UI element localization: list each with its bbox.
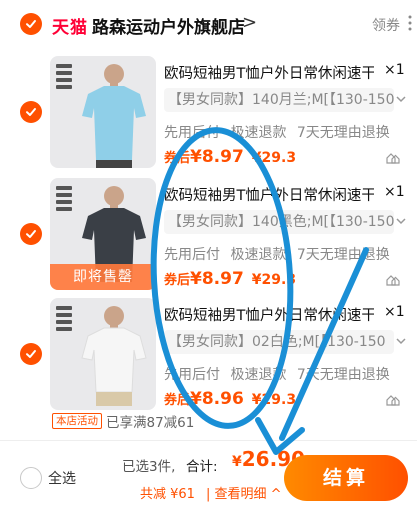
select-all-checkbox[interactable] (20, 467, 42, 489)
item-select-checkbox[interactable] (20, 101, 42, 123)
service-tags: 先用后付 极速退款 7天无理由退换 (164, 247, 390, 263)
price-prefix: 券后 (164, 273, 191, 288)
product-thumbnail[interactable]: 即将售罄 (50, 178, 156, 290)
sku-selector[interactable]: 【男女同款】02白色;M[【130-150 (164, 330, 394, 354)
tshirt-image (82, 64, 146, 168)
price: 券后¥8.96 ¥29.3 (164, 389, 296, 409)
store-header: 天猫 路森运动户外旗舰店 > 领券 (0, 0, 417, 46)
cart-item[interactable]: 欧码短袖男T恤户外日常休闲速干 ×1 【男女同款】02白色;M[【130-150… (0, 296, 417, 414)
original-price: ¥29.3 (251, 272, 297, 288)
promo-tag: 本店活动 (52, 413, 102, 429)
checkout-bar: 全选 已选3件, 合计: ¥26.90 共减 ¥61 | 查看明细 ^ 结算 (0, 440, 417, 517)
discount-amount: 共减 ¥61 (140, 487, 195, 502)
currency-symbol: ¥ (232, 454, 242, 470)
chevron-right-icon[interactable]: > (242, 12, 257, 33)
quantity: ×1 (384, 304, 405, 320)
product-title[interactable]: 欧码短袖男T恤户外日常休闲速干 (164, 184, 374, 205)
tmall-logo: 天猫 (52, 18, 88, 38)
store-select-checkbox[interactable] (20, 13, 42, 35)
cart-item[interactable]: 欧码短袖男T恤户外日常休闲速干 ×1 【男女同款】140月兰;M[【130-15… (0, 54, 417, 172)
product-thumbnail[interactable] (50, 298, 156, 410)
check-icon (26, 230, 36, 238)
item-select-checkbox[interactable] (20, 343, 42, 365)
similar-icon[interactable] (386, 152, 400, 164)
original-price: ¥29.3 (251, 150, 297, 166)
price-value: ¥8.97 (190, 269, 244, 289)
product-title[interactable]: 欧码短袖男T恤户外日常休闲速干 (164, 304, 374, 325)
service-tags: 先用后付 极速退款 7天无理由退换 (164, 125, 390, 141)
similar-icon[interactable] (386, 394, 400, 406)
price-value: ¥8.97 (190, 147, 244, 167)
sku-selector[interactable]: 【男女同款】140月兰;M[【130-150 (164, 88, 394, 112)
check-icon (26, 108, 36, 116)
similar-icon[interactable] (386, 274, 400, 286)
product-title[interactable]: 欧码短袖男T恤户外日常休闲速干 (164, 62, 374, 83)
store-name[interactable]: 路森运动户外旗舰店 (92, 13, 245, 38)
price: 券后¥8.97 ¥29.3 (164, 269, 296, 289)
sale-tag: 即将售罄 (50, 264, 156, 290)
price: 券后¥8.97 ¥29.3 (164, 147, 296, 167)
price-value: ¥8.96 (190, 389, 244, 409)
original-price: ¥29.3 (251, 392, 297, 408)
check-icon (26, 20, 36, 28)
coupon-link[interactable]: 领券 (372, 15, 400, 35)
checkout-button[interactable]: 结算 (284, 455, 408, 501)
check-icon (26, 350, 36, 358)
service-tags: 先用后付 极速退款 7天无理由退换 (164, 367, 390, 383)
chevron-down-icon[interactable] (396, 336, 406, 346)
chevron-down-icon[interactable] (396, 94, 406, 104)
selected-count: 已选3件, (122, 459, 176, 475)
sku-selector[interactable]: 【男女同款】140黑色;M[【130-150 (164, 210, 394, 234)
view-details-link[interactable]: | 查看明细 ^ (206, 483, 282, 502)
select-all-label[interactable]: 全选 (48, 468, 76, 488)
item-select-checkbox[interactable] (20, 223, 42, 245)
quantity: ×1 (384, 62, 405, 78)
total-label: 合计: (186, 459, 218, 475)
promo-text: 已享满87减61 (106, 415, 195, 431)
price-prefix: 券后 (164, 151, 191, 166)
tshirt-image (81, 306, 147, 406)
price-prefix: 券后 (164, 393, 191, 408)
cart-item[interactable]: 即将售罄 欧码短袖男T恤户外日常休闲速干 ×1 【男女同款】140黑色;M[【1… (0, 176, 417, 294)
quantity: ×1 (384, 184, 405, 200)
product-thumbnail[interactable] (50, 56, 156, 168)
chevron-down-icon[interactable] (396, 216, 406, 226)
more-icon[interactable] (404, 14, 416, 32)
